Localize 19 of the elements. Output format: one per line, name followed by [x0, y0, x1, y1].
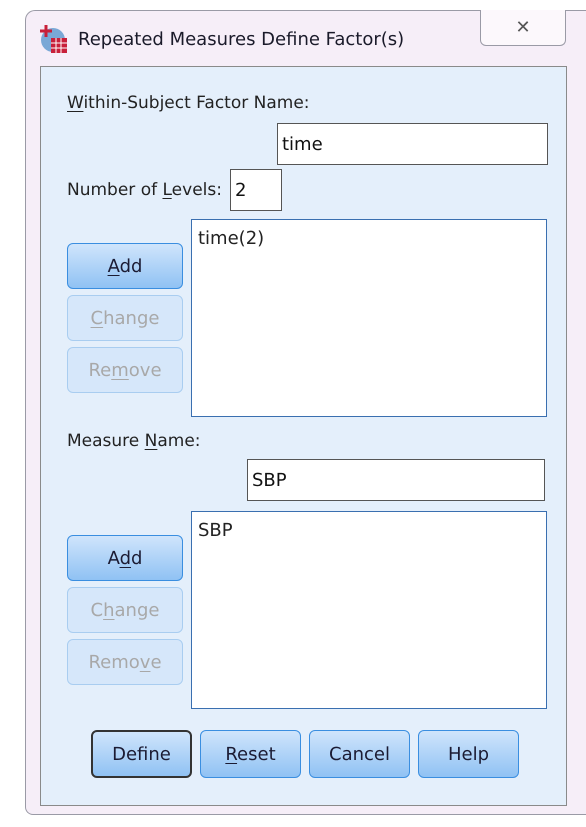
define-button[interactable]: Define — [91, 730, 192, 778]
measure-name-label: Measure Name: — [67, 431, 201, 451]
list-item[interactable]: SBP — [198, 520, 540, 541]
levels-label: Number of Levels: — [67, 180, 222, 200]
window-title: Repeated Measures Define Factor(s) — [78, 29, 406, 50]
measure-name-field[interactable]: SBP — [247, 459, 545, 501]
cancel-button[interactable]: Cancel — [309, 730, 410, 778]
factor-name-label: Within-Subject Factor Name: — [67, 93, 311, 113]
list-box[interactable]: SBP — [191, 511, 547, 709]
close-button[interactable]: ✕ — [480, 10, 566, 46]
factor-name-field[interactable]: time — [277, 123, 548, 165]
add-button[interactable]: Add — [67, 243, 183, 289]
list-item[interactable]: time(2) — [198, 228, 540, 249]
add-button[interactable]: Add — [67, 535, 183, 581]
table-icon — [40, 23, 70, 55]
help-button[interactable]: Help — [418, 730, 519, 778]
list-box[interactable]: time(2) — [191, 219, 547, 417]
reset-button[interactable]: Reset — [200, 730, 301, 778]
levels-field[interactable]: 2 — [230, 169, 282, 211]
